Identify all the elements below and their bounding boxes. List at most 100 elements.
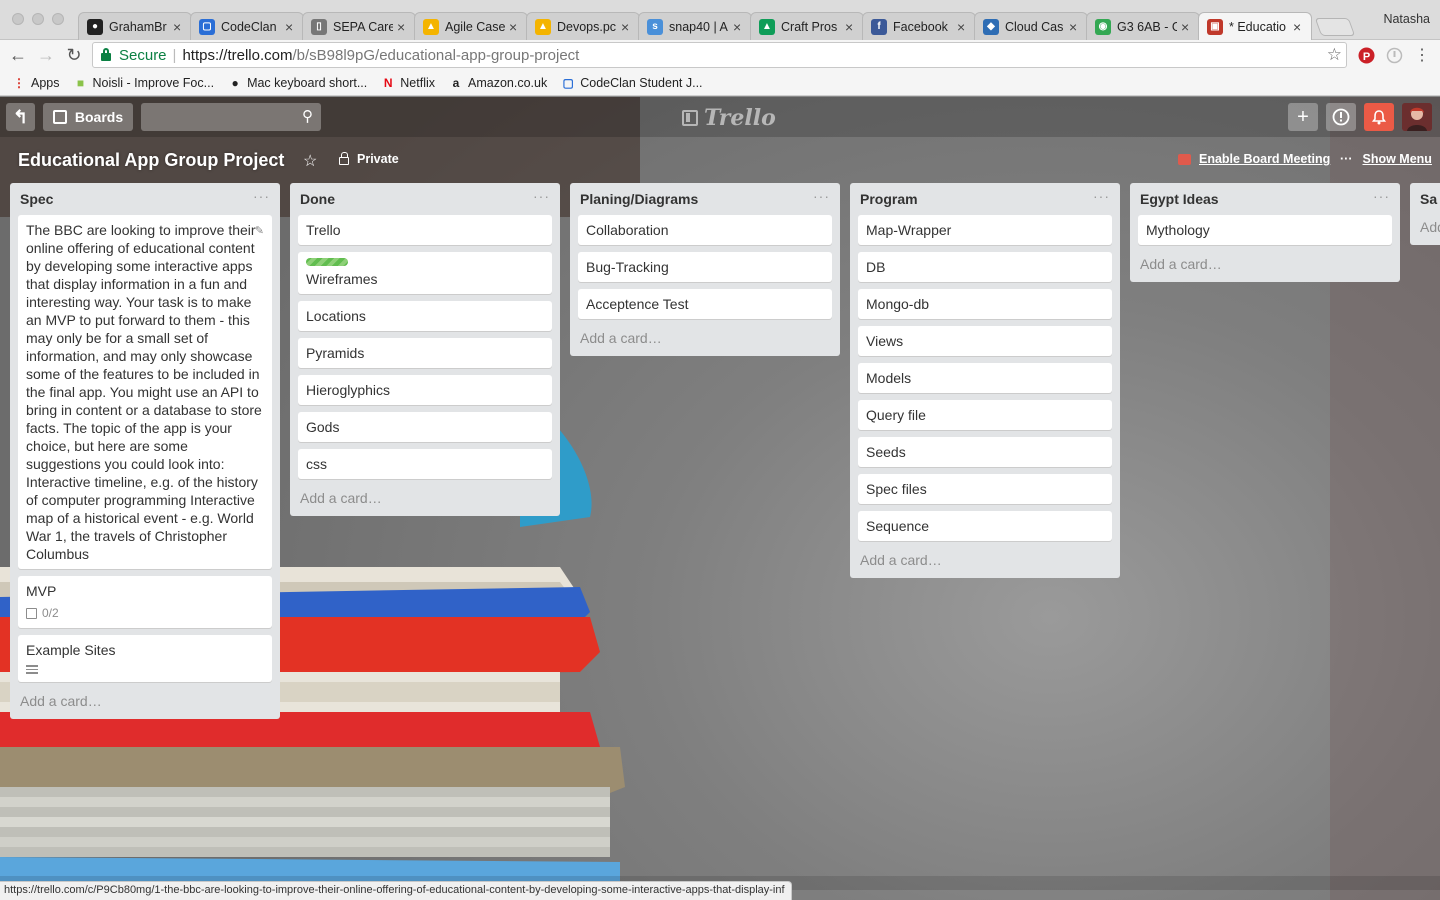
bookmark-item[interactable]: N Netflix bbox=[381, 76, 435, 90]
card[interactable]: Gods bbox=[298, 412, 552, 442]
list-menu-icon[interactable]: ··· bbox=[253, 188, 270, 204]
close-tab-icon[interactable]: × bbox=[1069, 20, 1081, 34]
browser-tab[interactable]: ▲ Devops.pc × bbox=[526, 12, 640, 40]
close-tab-icon[interactable]: × bbox=[621, 20, 633, 34]
browser-tab[interactable]: ▲ Agile Case × bbox=[414, 12, 528, 40]
close-tab-icon[interactable]: × bbox=[1293, 20, 1305, 34]
close-tab-icon[interactable]: × bbox=[397, 20, 409, 34]
close-window-button[interactable] bbox=[12, 13, 24, 25]
card[interactable]: Query file bbox=[858, 400, 1112, 430]
bookmark-item[interactable]: ■ Noisli - Improve Foc... bbox=[74, 76, 214, 90]
info-icon[interactable] bbox=[1326, 103, 1356, 131]
list-title[interactable]: Egypt Ideas bbox=[1140, 191, 1219, 207]
card[interactable]: Collaboration bbox=[578, 215, 832, 245]
address-separator: | bbox=[172, 46, 177, 64]
edit-pencil-icon[interactable]: ✎ bbox=[255, 222, 264, 240]
card[interactable]: css bbox=[298, 449, 552, 479]
bookmark-item[interactable]: ▢ CodeClan Student J... bbox=[561, 76, 703, 90]
card[interactable]: Models bbox=[858, 363, 1112, 393]
card[interactable]: Example Sites bbox=[18, 635, 272, 682]
close-tab-icon[interactable]: × bbox=[1181, 20, 1193, 34]
card[interactable]: MVP 0/2 bbox=[18, 576, 272, 628]
add-icon[interactable]: + bbox=[1288, 103, 1318, 131]
boards-button[interactable]: Boards bbox=[43, 103, 133, 131]
card[interactable]: Wireframes bbox=[298, 252, 552, 294]
close-tab-icon[interactable]: × bbox=[285, 20, 297, 34]
bookmark-star-icon[interactable]: ☆ bbox=[1327, 45, 1342, 65]
add-card-button[interactable]: Add a card… bbox=[858, 548, 1112, 570]
browser-tab[interactable]: ▣ * Educatio × bbox=[1198, 12, 1312, 40]
browser-tab[interactable]: ▯ SEPA Care × bbox=[302, 12, 416, 40]
list-title[interactable]: Program bbox=[860, 191, 918, 207]
reload-icon[interactable]: ↻ bbox=[64, 45, 84, 65]
list-menu-icon[interactable]: ··· bbox=[813, 188, 830, 204]
card[interactable]: DB bbox=[858, 252, 1112, 282]
add-card-button[interactable]: Add a card… bbox=[578, 326, 832, 348]
card[interactable]: The BBC are looking to improve their onl… bbox=[18, 215, 272, 569]
extension-icon[interactable] bbox=[1384, 45, 1404, 65]
card[interactable]: Bug-Tracking bbox=[578, 252, 832, 282]
browser-tab[interactable]: f Facebook × bbox=[862, 12, 976, 40]
tab-label: Cloud Cas bbox=[1005, 19, 1064, 34]
card[interactable]: Seeds bbox=[858, 437, 1112, 467]
card[interactable]: Spec files bbox=[858, 474, 1112, 504]
card[interactable]: Views bbox=[858, 326, 1112, 356]
avatar[interactable] bbox=[1402, 103, 1432, 131]
bookmark-item[interactable]: ⋮ Apps bbox=[12, 76, 60, 90]
card[interactable]: Mythology bbox=[1138, 215, 1392, 245]
more-vertical-icon[interactable]: ⋮ bbox=[1412, 45, 1432, 65]
bookmarks-bar: ⋮ Apps ■ Noisli - Improve Foc... ● Mac keyboa… bbox=[0, 70, 1440, 96]
list-menu-icon[interactable]: ··· bbox=[533, 188, 550, 204]
board-title[interactable]: Educational App Group Project bbox=[18, 150, 284, 171]
trello-logo[interactable]: Trello bbox=[682, 105, 776, 131]
browser-tab[interactable]: ▲ Craft Pros × bbox=[750, 12, 864, 40]
card[interactable]: Mongo-db bbox=[858, 289, 1112, 319]
list-menu-icon[interactable]: ··· bbox=[1093, 188, 1110, 204]
close-tab-icon[interactable]: × bbox=[173, 20, 185, 34]
browser-tab[interactable]: ◉ G3 6AB - G × bbox=[1086, 12, 1200, 40]
close-tab-icon[interactable]: × bbox=[733, 20, 745, 34]
add-card-button[interactable]: Add a card… bbox=[1138, 252, 1392, 274]
card[interactable]: Trello bbox=[298, 215, 552, 245]
close-tab-icon[interactable]: × bbox=[509, 20, 521, 34]
bookmark-item[interactable]: ● Mac keyboard short... bbox=[228, 76, 367, 90]
list-title[interactable]: Planing/Diagrams bbox=[580, 191, 698, 207]
board-visibility[interactable]: Private bbox=[339, 151, 399, 166]
profile-name[interactable]: Natasha bbox=[1383, 12, 1430, 26]
minimize-window-button[interactable] bbox=[32, 13, 44, 25]
board-search-input[interactable]: ⚲ bbox=[141, 103, 321, 131]
close-tab-icon[interactable]: × bbox=[845, 20, 857, 34]
card[interactable]: Sequence bbox=[858, 511, 1112, 541]
back-arrow-icon[interactable]: ↰ bbox=[6, 103, 35, 131]
browser-tab[interactable]: ● GrahamBr × bbox=[78, 12, 192, 40]
forward-arrow-icon[interactable]: → bbox=[36, 45, 56, 65]
maximize-window-button[interactable] bbox=[52, 13, 64, 25]
back-arrow-icon[interactable]: ← bbox=[8, 45, 28, 65]
list-title[interactable]: Done bbox=[300, 191, 335, 207]
card[interactable]: Pyramids bbox=[298, 338, 552, 368]
bookmark-item[interactable]: a Amazon.co.uk bbox=[449, 76, 548, 90]
browser-tab[interactable]: ◆ Cloud Cas × bbox=[974, 12, 1088, 40]
list-menu-icon[interactable]: ··· bbox=[1373, 188, 1390, 204]
new-tab-button[interactable] bbox=[1314, 18, 1356, 36]
add-card-button[interactable]: Add a card… bbox=[298, 486, 552, 508]
star-icon[interactable]: ☆ bbox=[303, 151, 317, 171]
tab-label: Agile Case bbox=[445, 19, 505, 34]
close-tab-icon[interactable]: × bbox=[957, 20, 969, 34]
list-title[interactable]: Sa bbox=[1420, 191, 1437, 207]
list-title[interactable]: Spec bbox=[20, 191, 53, 207]
pinterest-icon[interactable]: P bbox=[1356, 45, 1376, 65]
card[interactable]: Hieroglyphics bbox=[298, 375, 552, 405]
show-menu-link[interactable]: ··· Show Menu bbox=[1340, 152, 1432, 166]
card[interactable]: Acceptence Test bbox=[578, 289, 832, 319]
meeting-icon bbox=[1178, 153, 1191, 165]
notification-bell-icon[interactable] bbox=[1364, 103, 1394, 131]
browser-tab[interactable]: ▢ CodeClan × bbox=[190, 12, 304, 40]
enable-board-meeting-link[interactable]: Enable Board Meeting bbox=[1178, 152, 1330, 166]
address-bar[interactable]: Secure | https://trello.com /b/sB98l9pG/… bbox=[92, 42, 1347, 68]
add-card-button[interactable]: Add a card… bbox=[18, 689, 272, 711]
browser-tab[interactable]: s snap40 | A × bbox=[638, 12, 752, 40]
card[interactable]: Map-Wrapper bbox=[858, 215, 1112, 245]
add-card-button[interactable]: Add bbox=[1420, 215, 1440, 237]
card[interactable]: Locations bbox=[298, 301, 552, 331]
